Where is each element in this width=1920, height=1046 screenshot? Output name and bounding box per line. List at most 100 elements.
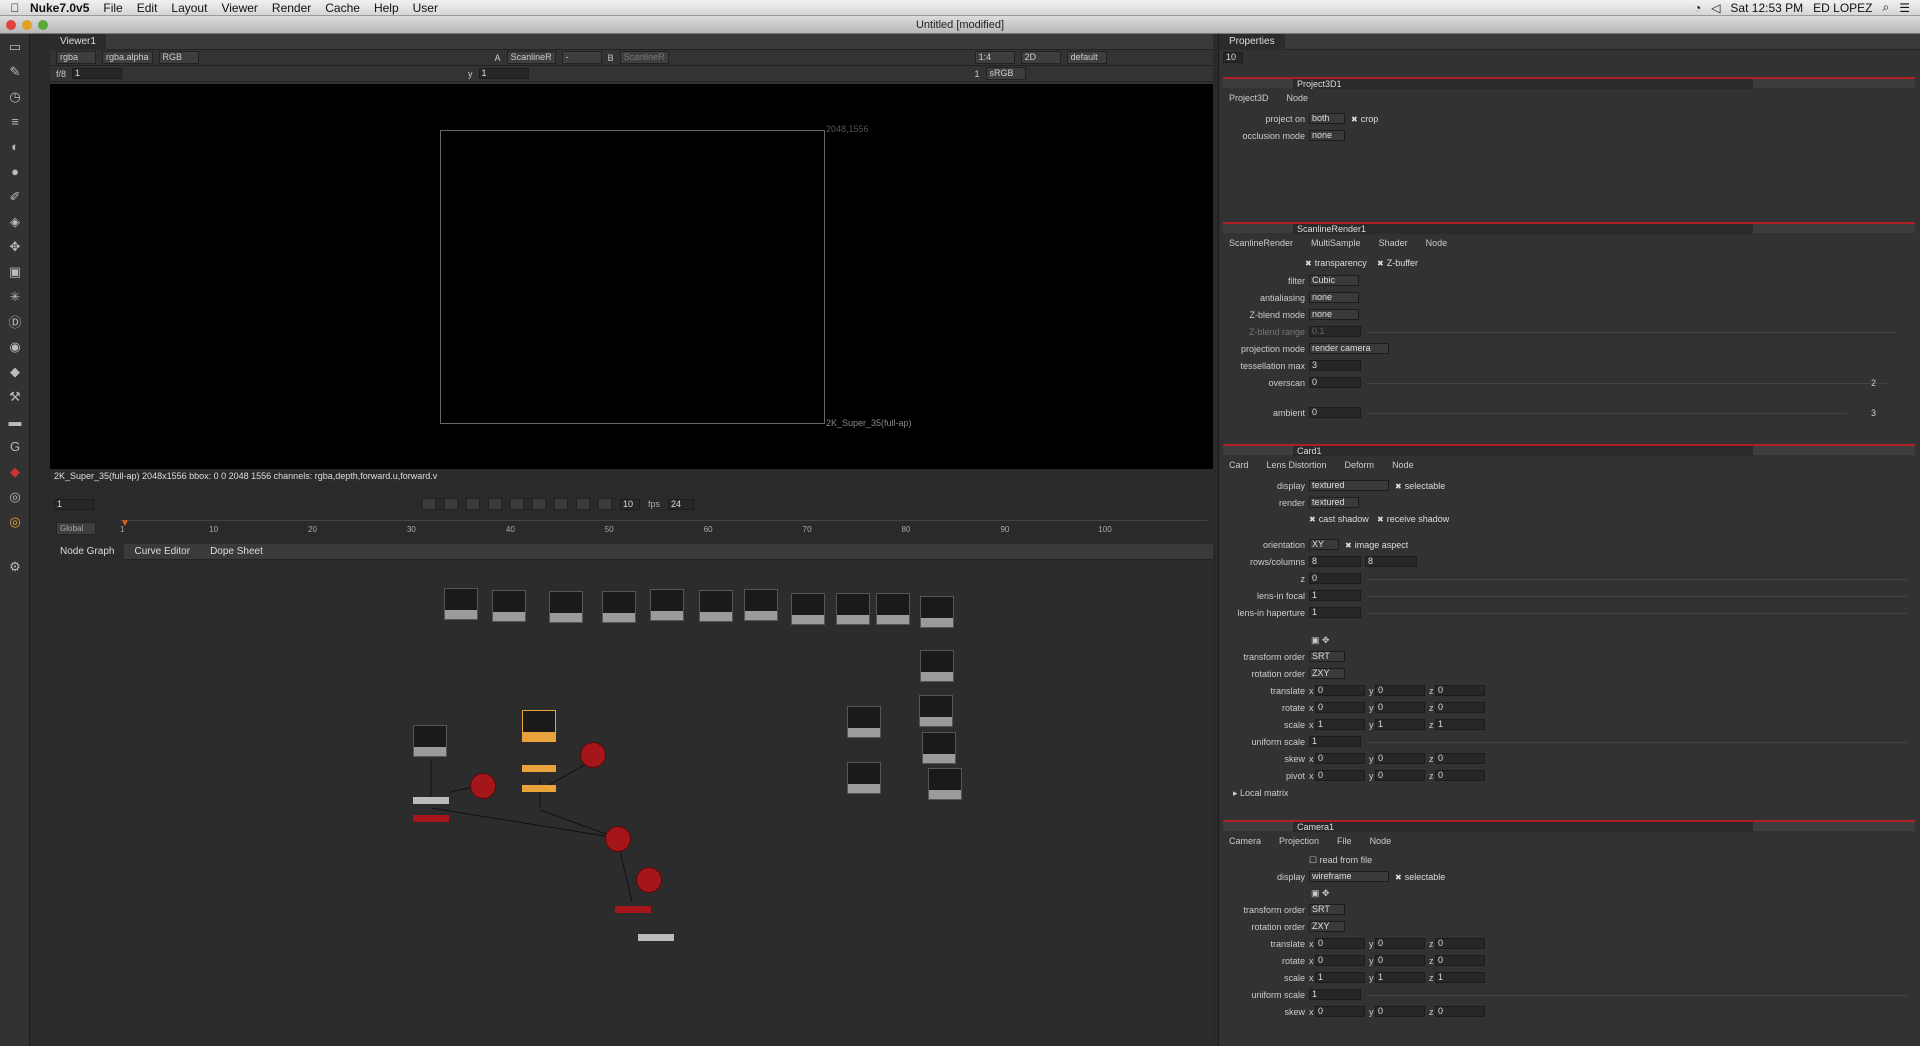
play-forward-button[interactable] xyxy=(532,498,546,510)
fps-field[interactable]: 24 xyxy=(668,498,695,510)
transparency-checkbox[interactable]: transparency xyxy=(1305,258,1367,268)
project3d-node[interactable] xyxy=(522,765,556,772)
prev-key-button[interactable] xyxy=(444,498,458,510)
viewer-canvas[interactable]: 2048,1556 2K_Super_35(full-ap) xyxy=(50,84,1213,469)
app-menu[interactable]: Nuke7.0v5 xyxy=(30,1,89,15)
tab-project3d[interactable]: Project3D xyxy=(1229,93,1269,103)
pivot-x-field[interactable]: 0 xyxy=(1315,770,1365,781)
scale-y-field[interactable]: 1 xyxy=(1375,972,1425,983)
tab-card[interactable]: Card xyxy=(1229,460,1249,470)
z-field[interactable]: 0 xyxy=(1309,573,1361,584)
zbuffer-checkbox[interactable]: Z-buffer xyxy=(1377,258,1418,268)
read-node[interactable] xyxy=(922,732,956,764)
timeline[interactable]: Global 1 10 20 30 40 50 60 70 80 90 100 … xyxy=(50,518,1213,536)
render-dropdown[interactable]: textured xyxy=(1309,497,1359,508)
read-node[interactable] xyxy=(919,695,953,727)
read-node[interactable] xyxy=(522,710,556,742)
scale-y-field[interactable]: 1 xyxy=(1375,719,1425,730)
rotate-z-field[interactable]: 0 xyxy=(1435,702,1485,713)
zblend-mode-dropdown[interactable]: none xyxy=(1309,309,1359,320)
toolsets-tool-icon[interactable]: ⚒ xyxy=(0,384,30,409)
crop-checkbox[interactable]: crop xyxy=(1351,114,1379,124)
orientation-dropdown[interactable]: XY xyxy=(1309,539,1339,550)
read-node[interactable] xyxy=(928,768,962,800)
menu-viewer[interactable]: Viewer xyxy=(221,1,257,15)
tab-lens-distortion[interactable]: Lens Distortion xyxy=(1267,460,1327,470)
menu-edit[interactable]: Edit xyxy=(137,1,158,15)
read-node[interactable] xyxy=(444,588,478,620)
gain-field[interactable]: 1 xyxy=(72,68,123,79)
tab-node[interactable]: Node xyxy=(1392,460,1414,470)
a-input-dropdown[interactable]: ScanlineR xyxy=(506,51,556,64)
translate-x-field[interactable]: 0 xyxy=(1315,685,1365,696)
uniform-scale-field[interactable]: 1 xyxy=(1309,736,1361,747)
rotate-x-field[interactable]: 0 xyxy=(1315,955,1365,966)
node-name-field[interactable]: Camera1 xyxy=(1293,821,1753,832)
fstop-label[interactable]: f/8 xyxy=(56,69,66,79)
tab-dope-sheet[interactable]: Dope Sheet xyxy=(200,544,273,560)
scale-z-field[interactable]: 1 xyxy=(1435,719,1485,730)
step-field[interactable]: 10 xyxy=(620,498,640,510)
scale-x-field[interactable]: 1 xyxy=(1315,719,1365,730)
play-last-button[interactable] xyxy=(598,498,612,510)
display-dropdown[interactable]: wireframe xyxy=(1309,871,1389,882)
uniform-scale-field[interactable]: 1 xyxy=(1309,989,1361,1000)
z-slider[interactable] xyxy=(1367,579,1907,580)
tab-camera[interactable]: Camera xyxy=(1229,836,1261,846)
range-dropdown[interactable]: Global xyxy=(56,522,96,535)
read-node[interactable] xyxy=(791,593,825,625)
transform-order-dropdown[interactable]: SRT xyxy=(1309,904,1345,915)
tab-viewer1[interactable]: Viewer1 xyxy=(50,33,106,50)
display-dropdown[interactable]: textured xyxy=(1309,480,1389,491)
read-node[interactable] xyxy=(920,596,954,628)
cast-shadow-checkbox[interactable]: cast shadow xyxy=(1309,514,1369,524)
read-from-file-checkbox[interactable]: ☐ read from file xyxy=(1309,854,1372,866)
ocula-tool-icon[interactable]: ◎ xyxy=(0,484,30,509)
menu-help[interactable]: Help xyxy=(374,1,399,15)
pivot-y-field[interactable]: 0 xyxy=(1375,770,1425,781)
lens-in-focal-slider[interactable] xyxy=(1367,596,1907,597)
tab-node[interactable]: Node xyxy=(1370,836,1392,846)
alpha-dropdown[interactable]: rgba.alpha xyxy=(102,51,153,64)
tab-multisample[interactable]: MultiSample xyxy=(1311,238,1361,248)
selectable-checkbox[interactable]: selectable xyxy=(1395,481,1446,491)
node-name-field[interactable]: Project3D1 xyxy=(1293,78,1753,89)
play-back-button[interactable] xyxy=(488,498,502,510)
particles-tool-icon[interactable]: ✳ xyxy=(0,284,30,309)
skew-z-field[interactable]: 0 xyxy=(1435,753,1485,764)
tab-curve-editor[interactable]: Curve Editor xyxy=(124,544,200,560)
menu-user[interactable]: User xyxy=(413,1,438,15)
node-name-field[interactable]: ScanlineRender1 xyxy=(1293,223,1753,234)
tab-projection[interactable]: Projection xyxy=(1279,836,1319,846)
read-node[interactable] xyxy=(492,590,526,622)
prev-frame-button[interactable] xyxy=(466,498,480,510)
overscan-field[interactable]: 0 xyxy=(1309,377,1361,388)
rotate-x-field[interactable]: 0 xyxy=(1315,702,1365,713)
merge-tool-icon[interactable]: ◈ xyxy=(0,209,30,234)
scale-x-field[interactable]: 1 xyxy=(1315,972,1365,983)
tab-file[interactable]: File xyxy=(1337,836,1352,846)
read-node[interactable] xyxy=(847,762,881,794)
close-button[interactable] xyxy=(6,20,16,30)
camera-node[interactable] xyxy=(605,826,631,852)
scanline-node[interactable] xyxy=(615,906,651,913)
rotation-order-dropdown[interactable]: ZXY xyxy=(1309,668,1345,679)
keyer-tool-icon[interactable]: ✐ xyxy=(0,184,30,209)
lens-in-haperture-slider[interactable] xyxy=(1367,613,1907,614)
read-node[interactable] xyxy=(699,590,733,622)
pivot-z-field[interactable]: 0 xyxy=(1435,770,1485,781)
next-frame-button[interactable] xyxy=(554,498,568,510)
other-tool-icon[interactable]: ▬ xyxy=(0,409,30,434)
views-tool-icon[interactable]: ◉ xyxy=(0,334,30,359)
settings-tool-icon[interactable]: ⚙ xyxy=(0,554,30,579)
axis-icon[interactable]: ▣ ✥ xyxy=(1311,634,1330,646)
lens-in-haperture-field[interactable]: 1 xyxy=(1309,607,1361,618)
zoom-dropdown[interactable]: 1:4 xyxy=(974,51,1015,64)
tab-node[interactable]: Node xyxy=(1287,93,1309,103)
minimize-button[interactable] xyxy=(22,20,32,30)
tab-node[interactable]: Node xyxy=(1426,238,1448,248)
wifi-icon[interactable]: ◔ xyxy=(1694,1,1701,15)
apple-icon[interactable]:  xyxy=(0,1,30,15)
rows-field[interactable]: 8 xyxy=(1309,556,1361,567)
axis-icon[interactable]: ▣ ✥ xyxy=(1311,887,1330,899)
